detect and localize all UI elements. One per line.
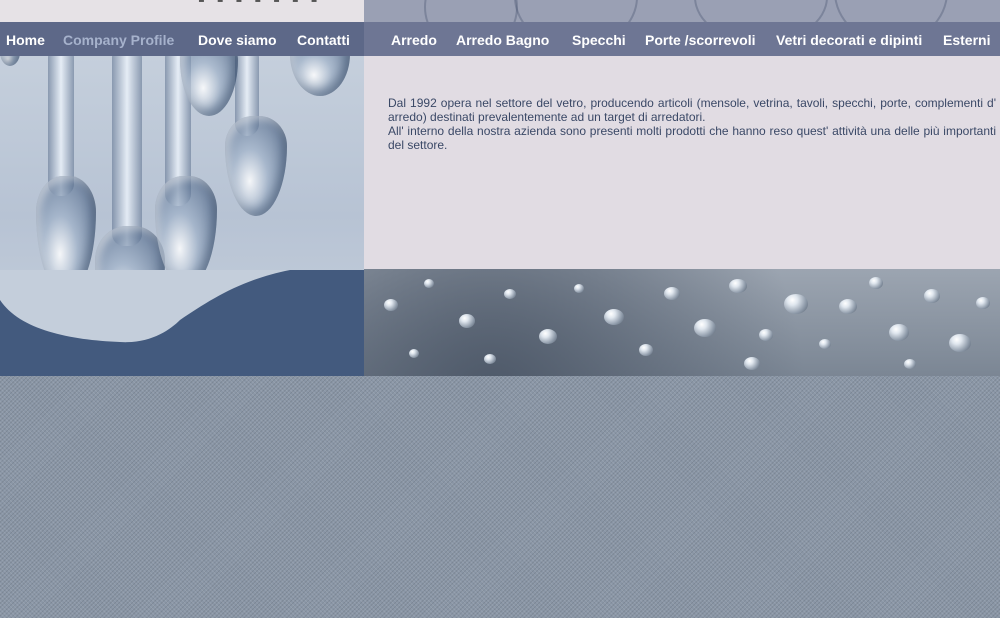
nav-company-profile-link[interactable]: Company Profile bbox=[63, 32, 174, 48]
logo-fragment: ▪▪▪▪▪▪▪ bbox=[198, 0, 329, 5]
main-nav: Home Company Profile Dove siamo Contatti bbox=[0, 22, 364, 56]
header-strip-left: ▪▪▪▪▪▪▪ bbox=[0, 0, 364, 22]
water-droplets-image bbox=[364, 269, 1000, 376]
products-nav: Arredo Arredo Bagno Specchi Porte /scorr… bbox=[364, 22, 1000, 56]
nav-dove-siamo-link[interactable]: Dove siamo bbox=[198, 32, 277, 48]
glass-drop bbox=[0, 56, 20, 66]
intro-paragraph-2: All' interno della nostra azienda sono p… bbox=[388, 124, 996, 152]
nav-contatti-link[interactable]: Contatti bbox=[297, 32, 350, 48]
decorative-arc bbox=[694, 0, 828, 22]
company-profile-panel: Dal 1992 opera nel settore del vetro, pr… bbox=[364, 56, 1000, 269]
nav-arredo-bagno-link[interactable]: Arredo Bagno bbox=[456, 32, 549, 48]
nav-arredo-link[interactable]: Arredo bbox=[391, 32, 437, 48]
hero-band-curve bbox=[0, 270, 364, 343]
intro-paragraph-1: Dal 1992 opera nel settore del vetro, pr… bbox=[388, 96, 996, 124]
nav-esterni-link[interactable]: Esterni bbox=[943, 32, 990, 48]
company-description: Dal 1992 opera nel settore del vetro, pr… bbox=[388, 96, 996, 152]
decorative-arc bbox=[514, 0, 638, 22]
nav-home-link[interactable]: Home bbox=[6, 32, 45, 48]
nav-porte-scorrevoli-link[interactable]: Porte /scorrevoli bbox=[645, 32, 756, 48]
glass-drop bbox=[290, 56, 350, 96]
glass-drop bbox=[225, 116, 287, 216]
nav-specchi-link[interactable]: Specchi bbox=[572, 32, 626, 48]
nav-vetri-decorati-link[interactable]: Vetri decorati e dipinti bbox=[776, 32, 922, 48]
decorative-arc bbox=[424, 0, 518, 22]
decorative-arc bbox=[834, 0, 948, 22]
textured-background bbox=[0, 376, 1000, 618]
header-strip-right bbox=[364, 0, 1000, 22]
hero-band bbox=[0, 270, 364, 376]
